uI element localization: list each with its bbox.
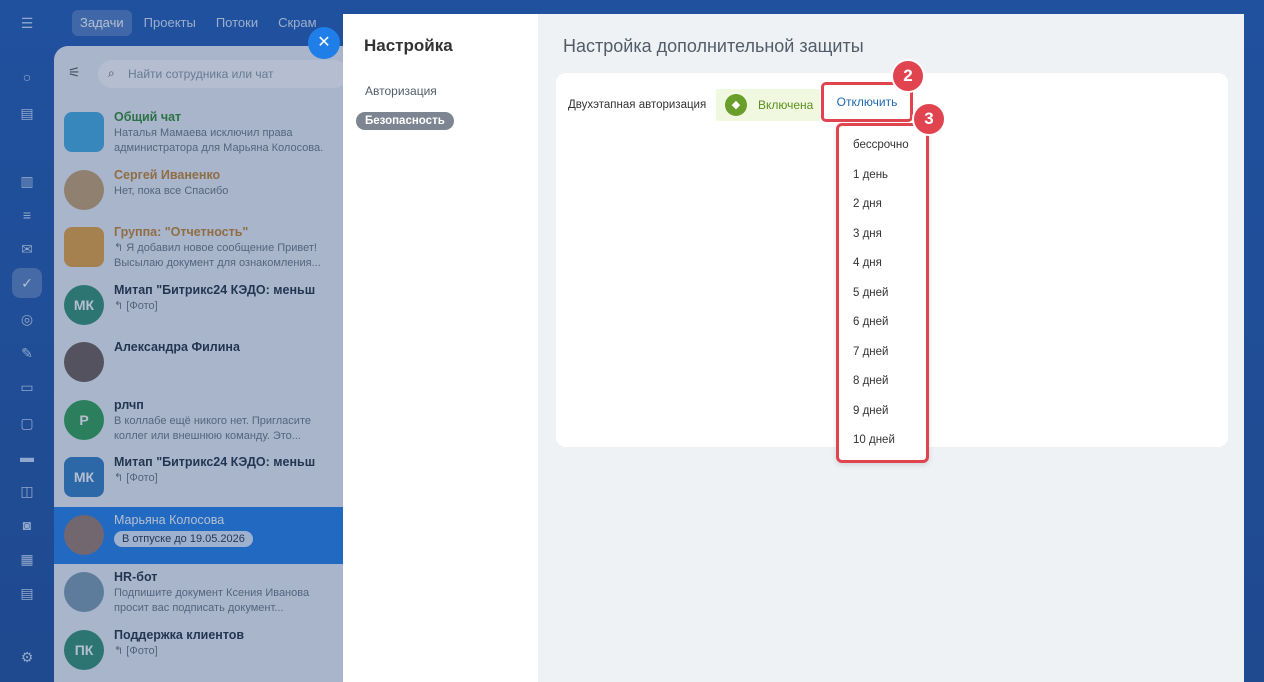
nav-item-security[interactable]: Безопасность xyxy=(356,112,454,130)
dropdown-option[interactable]: 10 дней xyxy=(839,426,926,456)
disable-period-dropdown: бессрочно 1 день 2 дня 3 дня 4 дня 5 дне… xyxy=(836,123,929,463)
dropdown-option[interactable]: 2 дня xyxy=(839,190,926,220)
page-title: Настройка дополнительной защиты xyxy=(563,36,864,56)
dropdown-option[interactable]: 4 дня xyxy=(839,249,926,279)
dropdown-option[interactable]: бессрочно xyxy=(839,131,926,161)
step-marker-2: 2 xyxy=(891,59,925,93)
security-card: Двухэтапная авторизация ◆ Включена Отклю… xyxy=(556,73,1228,463)
dropdown-option[interactable]: 3 дня xyxy=(839,220,926,250)
dropdown-option[interactable]: 8 дней xyxy=(839,367,926,397)
dropdown-option[interactable]: 7 дней xyxy=(839,338,926,368)
step-marker-3: 3 xyxy=(912,102,946,136)
settings-title: Настройка xyxy=(364,36,453,55)
nav-item-authorization[interactable]: Авторизация xyxy=(365,84,437,98)
dropdown-option[interactable]: 1 день xyxy=(839,161,926,191)
dropdown-option[interactable]: 6 дней xyxy=(839,308,926,338)
status-badge: ◆ Включена xyxy=(716,89,820,121)
settings-sidebar: Настройка Авторизация Безопасность xyxy=(343,14,538,682)
status-text: Включена xyxy=(758,98,814,112)
two-factor-label: Двухэтапная авторизация xyxy=(568,99,707,111)
shield-icon: ◆ xyxy=(725,94,747,116)
dropdown-option[interactable]: 5 дней xyxy=(839,279,926,309)
settings-slider: Настройка Авторизация Безопасность Настр… xyxy=(343,14,1244,682)
dropdown-option[interactable]: 9 дней xyxy=(839,397,926,427)
close-icon[interactable]: ✕ xyxy=(308,27,340,59)
